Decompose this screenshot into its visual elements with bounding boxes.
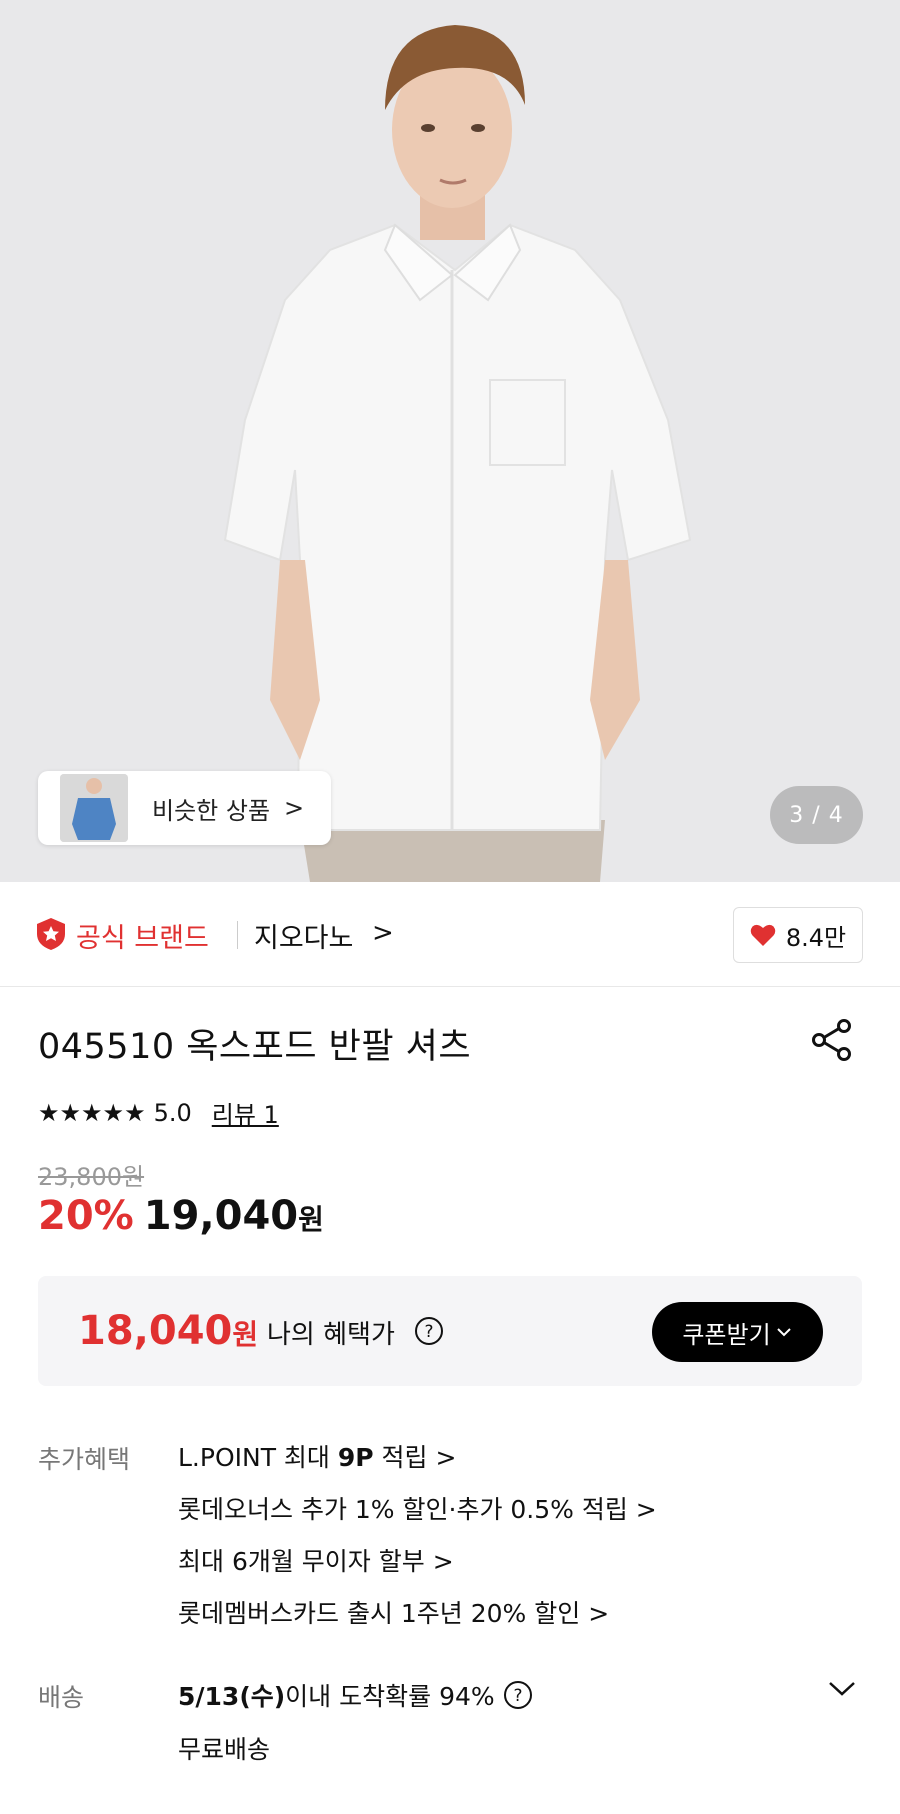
star-rating-icon: ★★★★★	[38, 1098, 146, 1127]
delivery-title: 배송	[38, 1683, 85, 1712]
get-coupon-label: 쿠폰받기	[682, 1320, 771, 1349]
sale-price: 19,040	[143, 1193, 299, 1239]
model-photo	[0, 0, 900, 882]
chevron-right-icon[interactable]: >	[372, 918, 394, 948]
chevron-down-icon[interactable]	[827, 1679, 857, 1699]
like-button[interactable]: 8.4만	[733, 907, 863, 963]
help-icon[interactable]: ?	[503, 1680, 533, 1710]
similar-products-label: 비슷한 상품	[152, 796, 271, 825]
benefit-label: 나의 혜택가	[267, 1320, 395, 1350]
benefit-item-lotte-owners[interactable]: 롯데오너스 추가 1% 할인·추가 0.5% 적립 >	[178, 1490, 657, 1542]
currency-unit: 원	[232, 1318, 259, 1351]
brand-name-link[interactable]: 지오다노	[254, 916, 353, 955]
currency-unit: 원	[298, 1203, 324, 1236]
delivery-estimate: 5/13(수) 이내 도착확률 94% ?	[178, 1677, 533, 1713]
discount-rate: 20%	[38, 1193, 134, 1239]
official-badge-icon	[37, 918, 65, 950]
svg-text:?: ?	[513, 1686, 522, 1706]
chevron-down-icon	[776, 1328, 791, 1337]
image-page-indicator: 3 / 4	[770, 786, 863, 844]
like-count: 8.4만	[785, 923, 847, 952]
rating-row: ★★★★★ 5.0 리뷰 1	[38, 1095, 279, 1130]
benefit-item-lpoint[interactable]: L.POINT 최대 9P 적립 >	[178, 1438, 657, 1490]
additional-benefits-list: L.POINT 최대 9P 적립 > 롯데오너스 추가 1% 할인·추가 0.5…	[178, 1438, 657, 1646]
product-hero-image[interactable]: 비슷한 상품 > 3 / 4	[0, 0, 900, 882]
benefit-price: 18,040원	[78, 1308, 259, 1354]
heart-icon	[750, 924, 776, 946]
additional-benefits-title: 추가혜택	[38, 1445, 131, 1474]
rating-score: 5.0	[153, 1098, 192, 1127]
chevron-right-icon: >	[284, 794, 305, 822]
my-benefit-box: 18,040원 나의 혜택가 ? 쿠폰받기	[38, 1276, 862, 1386]
product-title: 045510 옥스포드 반팔 셔츠	[38, 1027, 472, 1067]
help-icon[interactable]: ?	[414, 1316, 444, 1346]
similar-products-button[interactable]: 비슷한 상품 >	[38, 771, 331, 845]
free-shipping-label: 무료배송	[178, 1735, 271, 1764]
delivery-date: 5/13(수)	[178, 1682, 286, 1711]
get-coupon-button[interactable]: 쿠폰받기	[652, 1302, 823, 1362]
share-icon[interactable]	[810, 1018, 854, 1062]
benefit-item-installment[interactable]: 최대 6개월 무이자 할부 >	[178, 1542, 657, 1594]
similar-product-thumbnail	[60, 774, 128, 842]
divider	[237, 921, 238, 949]
original-price: 23,800원	[38, 1163, 145, 1191]
benefit-item-lotte-members-card[interactable]: 롯데멤버스카드 출시 1주년 20% 할인 >	[178, 1594, 657, 1646]
official-brand-label: 공식 브랜드	[76, 923, 209, 954]
delivery-probability: 이내 도착확률 94%	[285, 1682, 495, 1711]
sale-price-row: 20% 19,040 원	[38, 1193, 324, 1239]
review-link[interactable]: 리뷰 1	[212, 1095, 279, 1130]
svg-text:?: ?	[424, 1322, 433, 1342]
